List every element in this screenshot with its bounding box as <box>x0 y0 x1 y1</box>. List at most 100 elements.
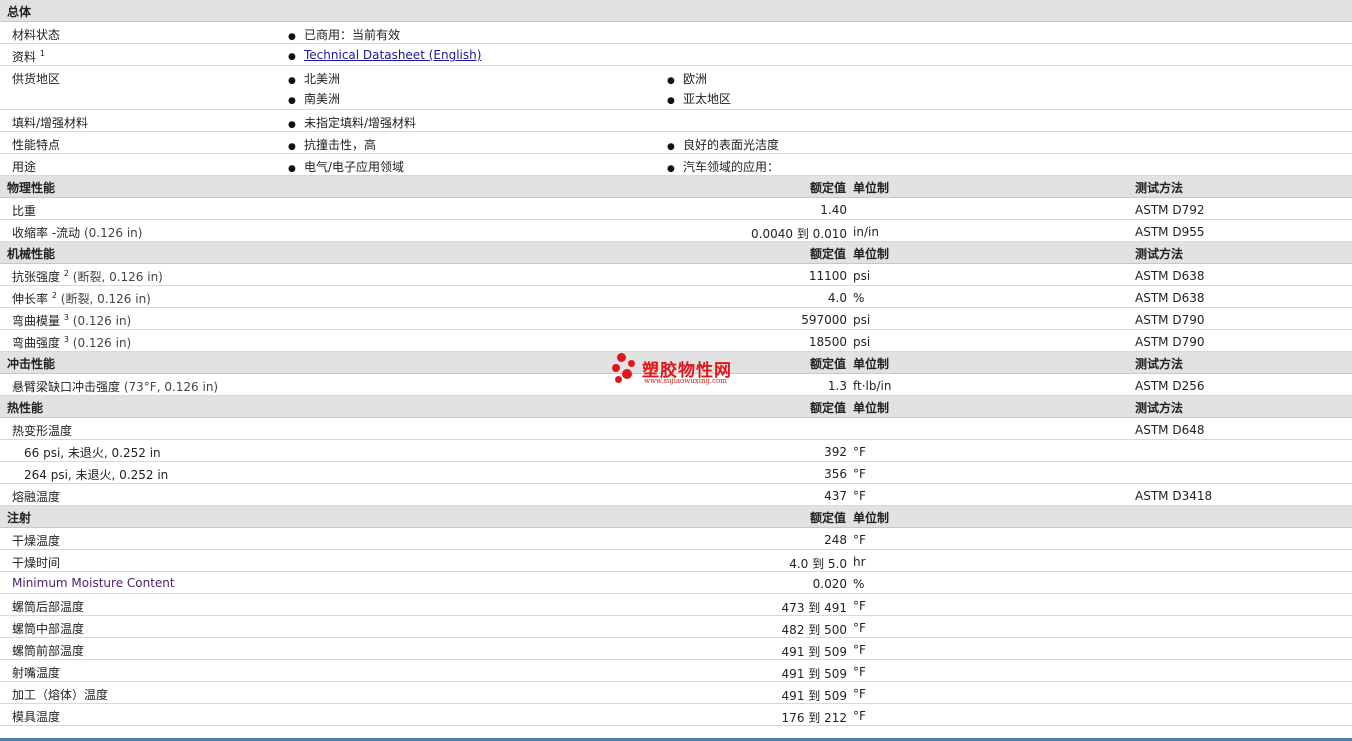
row-label: 模具温度 <box>12 710 61 724</box>
row-features: 性能特点 抗撞击性，高 良好的表面光洁度 <box>0 132 1352 154</box>
row-condition: (断裂, 0.126 in) <box>60 292 151 306</box>
col-header-test: 测试方法 <box>1135 401 1184 415</box>
row-test-method: ASTM D648 <box>1135 423 1205 437</box>
row-condition: (73°F, 0.126 in) <box>123 380 219 394</box>
row-label: 悬臂梁缺口冲击强度 (73°F, 0.126 in) <box>12 378 218 395</box>
col-header-test: 测试方法 <box>1135 247 1184 261</box>
row-availability: 供货地区 北美洲 欧洲 南美洲 亚太地区 <box>0 66 1352 110</box>
section-title: 注射 <box>7 511 32 525</box>
row-value: 1.3 <box>827 379 847 393</box>
row-min-moisture: Minimum Moisture Content 0.020 % <box>0 572 1352 594</box>
row-condition: (0.126 in) <box>72 314 132 328</box>
col-header-value: 额定值 <box>809 181 846 195</box>
row-label: 收缩率 -流动 (0.126 in) <box>12 224 142 241</box>
row-unit: °F <box>853 621 866 635</box>
row-test-method: ASTM D792 <box>1135 203 1205 217</box>
section-title: 总体 <box>7 5 32 19</box>
row-condition: (0.126 in) <box>83 226 143 240</box>
row-condition: (断裂, 0.126 in) <box>72 270 163 284</box>
row-shrinkage: 收缩率 -流动 (0.126 in) 0.0040 到 0.010 in/in … <box>0 220 1352 242</box>
elongation-label: 伸长率 <box>12 292 49 306</box>
row-hdt-66psi: 66 psi, 未退火, 0.252 in 392 °F <box>0 440 1352 462</box>
row-value: 491 到 509 <box>781 645 847 659</box>
row-unit: psi <box>853 313 871 327</box>
row-front-temp: 螺筒前部温度 491 到 509 °F <box>0 638 1352 660</box>
row-melt-temp: 熔融温度 437 °F ASTM D3418 <box>0 484 1352 506</box>
row-documents: 资料 1 Technical Datasheet (English) <box>0 44 1352 66</box>
row-test-method: ASTM D638 <box>1135 291 1205 305</box>
region-item: 南美洲 <box>288 90 340 107</box>
row-value: 0.0040 到 0.010 <box>751 227 847 241</box>
row-label: 弯曲模量 3 (0.126 in) <box>12 312 131 329</box>
row-unit: ft·lb/in <box>853 379 892 393</box>
col-header-unit: 单位制 <box>853 247 890 261</box>
row-value: 473 到 491 <box>781 601 847 615</box>
row-test-method: ASTM D638 <box>1135 269 1205 283</box>
row-value: 482 到 500 <box>781 623 847 637</box>
site-watermark: 塑胶物性网 www.sujiaowuxing.com <box>612 352 752 388</box>
filler-value: 未指定填料/增强材料 <box>288 114 416 131</box>
row-value: 248 <box>824 533 847 547</box>
section-header-general: 总体 <box>0 0 1352 22</box>
row-label: 干燥时间 <box>12 556 61 570</box>
row-rear-temp: 螺筒后部温度 473 到 491 °F <box>0 594 1352 616</box>
row-label: 射嘴温度 <box>12 666 61 680</box>
row-test-method: ASTM D256 <box>1135 379 1205 393</box>
row-value: 4.0 到 5.0 <box>789 557 847 571</box>
row-label: 螺筒中部温度 <box>12 622 85 636</box>
col-header-test: 测试方法 <box>1135 181 1184 195</box>
row-unit: psi <box>853 335 871 349</box>
row-label: 加工（熔体）温度 <box>12 688 109 702</box>
feature-item: 良好的表面光洁度 <box>667 136 779 153</box>
region-item: 亚太地区 <box>667 90 731 107</box>
row-label: 伸长率 2 (断裂, 0.126 in) <box>12 290 151 307</box>
row-label: 比重 <box>12 204 37 218</box>
col-header-unit: 单位制 <box>853 401 890 415</box>
row-label: 264 psi, 未退火, 0.252 in <box>24 468 169 482</box>
row-label: Minimum Moisture Content <box>12 576 175 590</box>
row-label: 性能特点 <box>12 138 61 152</box>
region-item: 欧洲 <box>667 70 707 87</box>
row-value: 0.020 <box>812 577 847 591</box>
flex-strength-label: 弯曲强度 <box>12 336 61 350</box>
row-flexural-modulus: 弯曲模量 3 (0.126 in) 597000 psi ASTM D790 <box>0 308 1352 330</box>
col-header-value: 额定值 <box>809 357 846 371</box>
section-header-mechanical: 机械性能 额定值 单位制 测试方法 <box>0 242 1352 264</box>
section-header-injection: 注射 额定值 单位制 <box>0 506 1352 528</box>
row-label: 资料 1 <box>12 48 45 65</box>
watermark-logo-icon <box>612 352 642 386</box>
row-label: 螺筒前部温度 <box>12 644 85 658</box>
col-header-unit: 单位制 <box>853 357 890 371</box>
row-value: 597000 <box>801 313 847 327</box>
row-unit: psi <box>853 269 871 283</box>
row-specific-gravity: 比重 1.40 ASTM D792 <box>0 198 1352 220</box>
footnote-marker: 3 <box>63 313 69 322</box>
row-value: 437 <box>824 489 847 503</box>
row-drying-time: 干燥时间 4.0 到 5.0 hr <box>0 550 1352 572</box>
shrinkage-label: 收缩率 -流动 <box>12 226 81 240</box>
use-item: 电气/电子应用领域 <box>288 158 404 175</box>
technical-datasheet-link[interactable]: Technical Datasheet (English) <box>304 48 481 62</box>
feature-item: 抗撞击性，高 <box>288 136 376 153</box>
row-unit: °F <box>853 533 866 547</box>
datasheet-link-item: Technical Datasheet (English) <box>288 48 481 62</box>
docs-label: 资料 <box>12 50 37 64</box>
izod-label: 悬臂梁缺口冲击强度 <box>12 380 121 394</box>
row-value: 491 到 509 <box>781 689 847 703</box>
col-header-unit: 单位制 <box>853 511 890 525</box>
section-header-physical: 物理性能 额定值 单位制 测试方法 <box>0 176 1352 198</box>
status-value: 已商用：当前有效 <box>288 26 400 43</box>
row-label: 熔融温度 <box>12 490 61 504</box>
footnote-marker: 1 <box>39 49 45 58</box>
row-condition: (0.126 in) <box>72 336 132 350</box>
row-test-method: ASTM D790 <box>1135 313 1205 327</box>
row-label: 填料/增强材料 <box>12 116 89 130</box>
row-hdt: 热变形温度 ASTM D648 <box>0 418 1352 440</box>
row-test-method: ASTM D790 <box>1135 335 1205 349</box>
row-unit: °F <box>853 665 866 679</box>
region-item: 北美洲 <box>288 70 340 87</box>
col-header-value: 额定值 <box>809 247 846 261</box>
row-unit: % <box>853 291 865 305</box>
row-test-method: ASTM D3418 <box>1135 489 1213 503</box>
watermark-url: www.sujiaowuxing.com <box>644 377 727 385</box>
